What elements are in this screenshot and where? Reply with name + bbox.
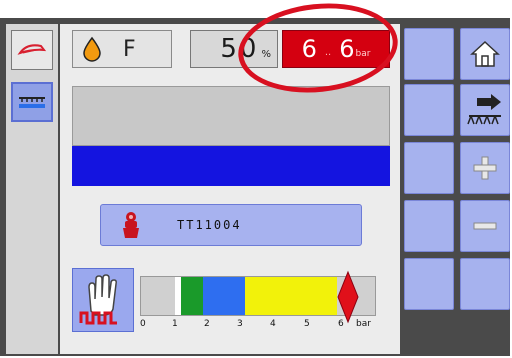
glove-button[interactable] (72, 268, 134, 332)
sprayer-view-button[interactable] (11, 30, 53, 70)
decrease-button[interactable] (460, 200, 510, 252)
soft-key-4[interactable] (404, 200, 454, 252)
soft-key-5[interactable] (404, 258, 454, 310)
soft-key-3[interactable] (404, 142, 454, 194)
left-toolbar (6, 24, 58, 354)
scale-blue-zone (203, 277, 245, 315)
right-toolbar (402, 24, 510, 354)
info-area (72, 86, 390, 146)
fuel-drop-icon (83, 36, 101, 62)
glove-icon (79, 274, 117, 325)
scale-unit-label: bar (356, 319, 371, 329)
soft-key-1[interactable] (404, 28, 454, 80)
scale-tick-4: 4 (270, 319, 276, 329)
sprayer-icon (17, 44, 47, 55)
pressure-scale: 0 1 2 3 4 5 6 bar (138, 270, 392, 336)
boom-section-button[interactable] (460, 84, 510, 136)
plus-icon (473, 156, 497, 180)
nozzle-icon (123, 212, 139, 238)
soft-key-6[interactable] (460, 258, 510, 310)
scale-tick-3: 3 (237, 319, 243, 329)
minus-icon (473, 222, 497, 230)
highlight-bar (72, 146, 390, 186)
nozzle-select-button[interactable]: TT11004 (100, 204, 362, 246)
scale-yellow-zone (245, 277, 337, 315)
increase-button[interactable] (460, 142, 510, 194)
scale-tick-5: 5 (304, 319, 310, 329)
home-button[interactable] (460, 28, 510, 80)
boom-icon (19, 97, 45, 108)
fuel-status: F (72, 30, 172, 68)
scale-white-mark (175, 277, 181, 315)
home-icon (470, 40, 500, 67)
scale-tick-1: 1 (172, 319, 178, 329)
scale-green-zone (181, 277, 203, 315)
boom-view-button[interactable] (11, 82, 53, 122)
nozzle-type-label: TT11004 (177, 218, 242, 232)
boom-section-icon (467, 94, 501, 125)
soft-key-2[interactable] (404, 84, 454, 136)
fuel-level-letter: F (123, 36, 136, 62)
pressure-indicator-icon (337, 270, 359, 324)
scale-tick-2: 2 (204, 319, 210, 329)
scale-tick-6: 6 (338, 319, 344, 329)
scale-tick-0: 0 (140, 319, 146, 329)
